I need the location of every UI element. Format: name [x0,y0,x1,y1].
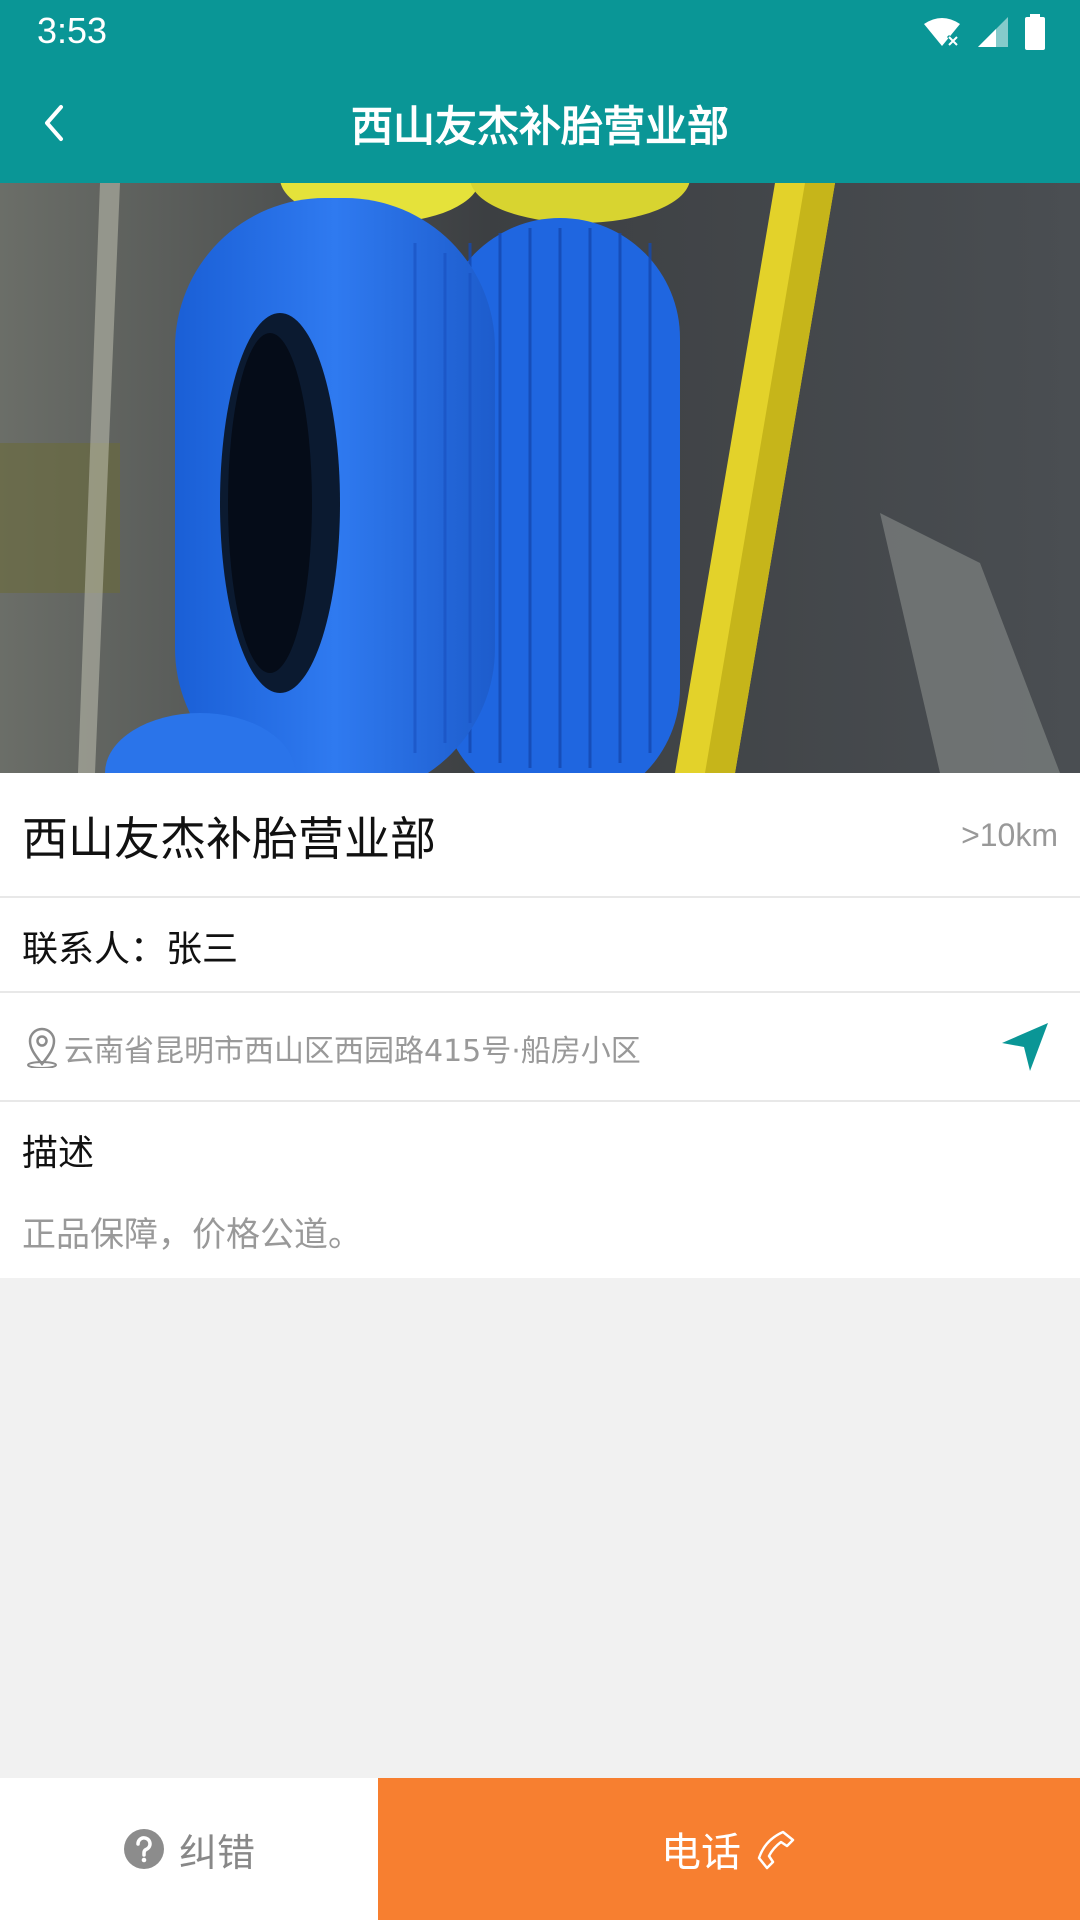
bottom-action-bar: 纠错 电话 [0,1778,1080,1920]
wifi-icon [924,18,960,48]
shop-name: 西山友杰补胎营业部 [22,811,436,866]
signal-icon [978,17,1008,47]
app-bar: 西山友杰补胎营业部 [0,63,1080,183]
question-circle-icon [123,1829,164,1869]
call-button[interactable]: 电话 [378,1778,1080,1920]
description-text: 正品保障，价格公道。 [22,1215,362,1255]
report-error-button[interactable]: 纠错 [0,1778,378,1920]
contact-row: 联系人：张三 [0,898,1080,993]
status-icons [922,12,1046,52]
chevron-left-icon [45,105,63,141]
phone-icon [757,1830,795,1870]
shop-address: 云南省昆明市西山区西园路415号·船房小区 [64,1033,641,1069]
contact-person: 联系人：张三 [22,928,239,970]
description-heading: 描述 [22,1133,95,1174]
description-section: 描述 正品保障，价格公道。 [0,1102,1080,1278]
distance-label: >10km [961,817,1058,853]
navigation-arrow-icon[interactable] [998,1019,1054,1075]
tire-photo-illustration [0,183,1080,773]
address-row[interactable]: 云南省昆明市西山区西园路415号·船房小区 [0,993,1080,1102]
location-pin-icon [27,1027,57,1068]
report-error-label: 纠错 [178,1830,255,1875]
page-title: 西山友杰补胎营业部 [350,101,729,151]
back-button[interactable] [14,83,94,163]
shop-name-row: 西山友杰补胎营业部 >10km [0,773,1080,898]
call-label: 电话 [661,1830,741,1876]
battery-icon [1025,14,1045,50]
shop-photo [0,183,1080,773]
status-bar: 3:53 [0,0,1080,63]
status-time: 3:53 [37,10,108,51]
